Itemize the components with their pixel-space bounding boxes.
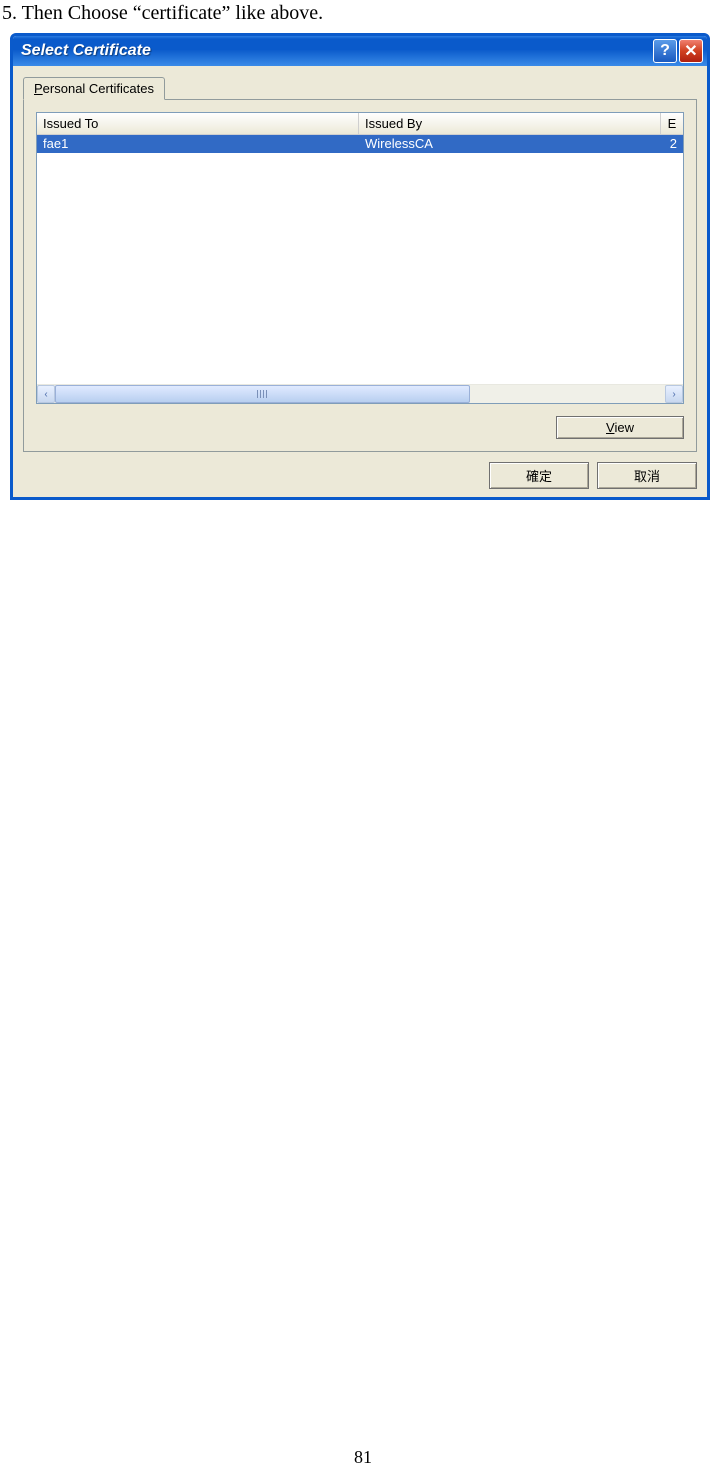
- scroll-track[interactable]: [55, 385, 665, 403]
- tab-panel: Issued To Issued By E fae1 WirelessCA 2: [23, 99, 697, 452]
- titlebar[interactable]: Select Certificate ? ✕: [13, 36, 707, 66]
- page-number: 81: [0, 1447, 726, 1468]
- select-certificate-dialog: Select Certificate ? ✕ Personal Certific…: [10, 33, 710, 500]
- view-label-rest: iew: [614, 420, 634, 435]
- scroll-grip-icon: [257, 390, 267, 398]
- close-icon: ✕: [684, 41, 697, 61]
- titlebar-title: Select Certificate: [21, 42, 653, 60]
- tab-strip: Personal Certificates: [23, 77, 697, 100]
- cell-issued-by: WirelessCA: [359, 135, 661, 153]
- table-row[interactable]: fae1 WirelessCA 2: [37, 135, 683, 153]
- cell-extra: 2: [661, 135, 683, 153]
- cell-issued-to: fae1: [37, 135, 359, 153]
- instruction-text: 5. Then Choose “certificate” like above.: [0, 0, 726, 33]
- scroll-right-button[interactable]: ›: [665, 385, 683, 403]
- listview-rows: fae1 WirelessCA 2: [37, 135, 683, 384]
- help-button[interactable]: ?: [653, 39, 677, 63]
- tab-personal-certificates[interactable]: Personal Certificates: [23, 77, 165, 100]
- column-issued-to[interactable]: Issued To: [37, 113, 359, 134]
- column-extra[interactable]: E: [661, 113, 683, 134]
- certificate-listview[interactable]: Issued To Issued By E fae1 WirelessCA 2: [36, 112, 684, 404]
- view-button[interactable]: View: [556, 416, 684, 439]
- help-icon: ?: [660, 42, 670, 60]
- dialog-body: Personal Certificates Issued To Issued B…: [13, 66, 707, 497]
- column-issued-by[interactable]: Issued By: [359, 113, 661, 134]
- scroll-left-button[interactable]: ‹: [37, 385, 55, 403]
- cancel-button[interactable]: 取消: [597, 462, 697, 489]
- listview-header: Issued To Issued By E: [37, 113, 683, 135]
- scroll-thumb[interactable]: [55, 385, 470, 403]
- chevron-left-icon: ‹: [44, 389, 47, 400]
- tab-accelerator: P: [34, 81, 43, 96]
- tab-label-rest: ersonal Certificates: [43, 81, 154, 96]
- close-button[interactable]: ✕: [679, 39, 703, 63]
- ok-button[interactable]: 確定: [489, 462, 589, 489]
- horizontal-scrollbar[interactable]: ‹ ›: [37, 384, 683, 403]
- dialog-button-row: 確定 取消: [23, 452, 697, 489]
- chevron-right-icon: ›: [672, 389, 675, 400]
